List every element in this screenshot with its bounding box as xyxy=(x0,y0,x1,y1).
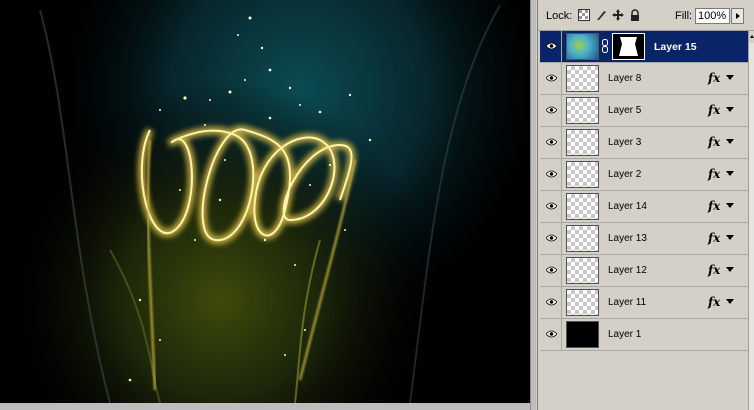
layer-effects-icon[interactable]: fx xyxy=(708,231,720,245)
visibility-toggle[interactable] xyxy=(540,223,562,254)
layer-name[interactable]: Layer 1 xyxy=(608,329,641,340)
eye-icon xyxy=(546,202,557,210)
layer-list: Layer 15 Layer 8 fx Layer 5 fx Layer 3 fx Layer… xyxy=(540,31,748,351)
expand-effects-arrow-icon[interactable] xyxy=(726,107,734,112)
visibility-toggle[interactable] xyxy=(540,319,562,350)
lock-image-pixels-icon[interactable] xyxy=(595,9,607,21)
layer-effects-icon[interactable]: fx xyxy=(708,71,720,85)
layer-row[interactable]: Layer 14 fx xyxy=(540,191,748,223)
visibility-toggle[interactable] xyxy=(540,159,562,190)
scroll-up-arrow-icon[interactable] xyxy=(749,31,754,43)
layer-thumbnail[interactable] xyxy=(566,257,599,284)
layer-name[interactable]: Layer 3 xyxy=(608,137,641,148)
eye-icon xyxy=(546,234,557,242)
layer-name[interactable]: Layer 12 xyxy=(608,265,647,276)
visibility-toggle[interactable] xyxy=(540,191,562,222)
eye-icon xyxy=(546,298,557,306)
eye-icon xyxy=(546,106,557,114)
layer-effects-icon[interactable]: fx xyxy=(708,295,720,309)
eye-icon xyxy=(546,42,557,50)
layers-toolbar: Lock: Fill: 100% xyxy=(538,0,754,31)
fill-label: Fill: xyxy=(675,10,693,22)
visibility-toggle[interactable] xyxy=(540,63,562,94)
layer-row[interactable]: Layer 12 fx xyxy=(540,255,748,287)
layer-name[interactable]: Layer 13 xyxy=(608,233,647,244)
layer-name[interactable]: Layer 15 xyxy=(654,41,697,53)
document-canvas[interactable] xyxy=(0,0,530,403)
layer-thumbnail[interactable] xyxy=(566,321,599,348)
visibility-toggle[interactable] xyxy=(540,95,562,126)
layer-thumbnail[interactable] xyxy=(566,193,599,220)
layer-row[interactable]: Layer 8 fx xyxy=(540,63,748,95)
layers-scrollbar[interactable] xyxy=(748,31,754,410)
mask-link-icon[interactable] xyxy=(602,39,608,53)
layer-thumbnail[interactable] xyxy=(566,289,599,316)
eye-icon xyxy=(546,74,557,82)
expand-effects-arrow-icon[interactable] xyxy=(726,203,734,208)
layer-thumbnail[interactable] xyxy=(566,225,599,252)
layer-thumbnail[interactable] xyxy=(566,33,599,60)
layer-mask-thumbnail[interactable] xyxy=(612,33,645,60)
layer-effects-icon[interactable]: fx xyxy=(708,135,720,149)
layer-row[interactable]: Layer 3 fx xyxy=(540,127,748,159)
expand-effects-arrow-icon[interactable] xyxy=(726,267,734,272)
layer-thumbnail[interactable] xyxy=(566,97,599,124)
expand-effects-arrow-icon[interactable] xyxy=(726,75,734,80)
expand-effects-arrow-icon[interactable] xyxy=(726,235,734,240)
lock-transparent-pixels-icon[interactable] xyxy=(578,9,590,21)
eye-icon xyxy=(546,330,557,338)
layer-effects-icon[interactable]: fx xyxy=(708,263,720,277)
layer-row[interactable]: Layer 11 fx xyxy=(540,287,748,319)
layer-thumbnail[interactable] xyxy=(566,161,599,188)
layer-name[interactable]: Layer 8 xyxy=(608,73,641,84)
visibility-toggle[interactable] xyxy=(540,31,562,62)
layer-row[interactable]: Layer 2 fx xyxy=(540,159,748,191)
layer-name[interactable]: Layer 14 xyxy=(608,201,647,212)
layer-name[interactable]: Layer 2 xyxy=(608,169,641,180)
layer-effects-icon[interactable]: fx xyxy=(708,199,720,213)
layer-effects-icon[interactable]: fx xyxy=(708,103,720,117)
layer-row[interactable]: Layer 5 fx xyxy=(540,95,748,127)
eye-icon xyxy=(546,170,557,178)
canvas-artwork xyxy=(0,0,530,403)
expand-effects-arrow-icon[interactable] xyxy=(726,139,734,144)
expand-effects-arrow-icon[interactable] xyxy=(726,171,734,176)
visibility-toggle[interactable] xyxy=(540,287,562,318)
visibility-toggle[interactable] xyxy=(540,127,562,158)
horizontal-scrollbar[interactable] xyxy=(0,403,536,410)
layer-effects-icon[interactable]: fx xyxy=(708,167,720,181)
lock-all-icon[interactable] xyxy=(629,9,641,21)
layer-row[interactable]: Layer 15 xyxy=(540,31,748,63)
eye-icon xyxy=(546,266,557,274)
lock-label: Lock: xyxy=(546,10,573,22)
layer-row[interactable]: Layer 13 fx xyxy=(540,223,748,255)
vertical-scrollbar[interactable] xyxy=(530,0,536,410)
layer-name[interactable]: Layer 11 xyxy=(608,297,646,308)
fill-input[interactable]: 100% xyxy=(695,8,730,24)
layer-name[interactable]: Layer 5 xyxy=(608,105,641,116)
fill-slider-button[interactable] xyxy=(731,8,744,24)
layer-thumbnail[interactable] xyxy=(566,129,599,156)
layer-row[interactable]: Layer 1 xyxy=(540,319,748,351)
layer-thumbnail[interactable] xyxy=(566,65,599,92)
lock-position-icon[interactable] xyxy=(612,9,624,21)
eye-icon xyxy=(546,138,557,146)
expand-effects-arrow-icon[interactable] xyxy=(726,299,734,304)
layers-panel: Lock: Fill: 100% Layer 15 Layer 8 fx Layer … xyxy=(537,0,754,410)
visibility-toggle[interactable] xyxy=(540,255,562,286)
